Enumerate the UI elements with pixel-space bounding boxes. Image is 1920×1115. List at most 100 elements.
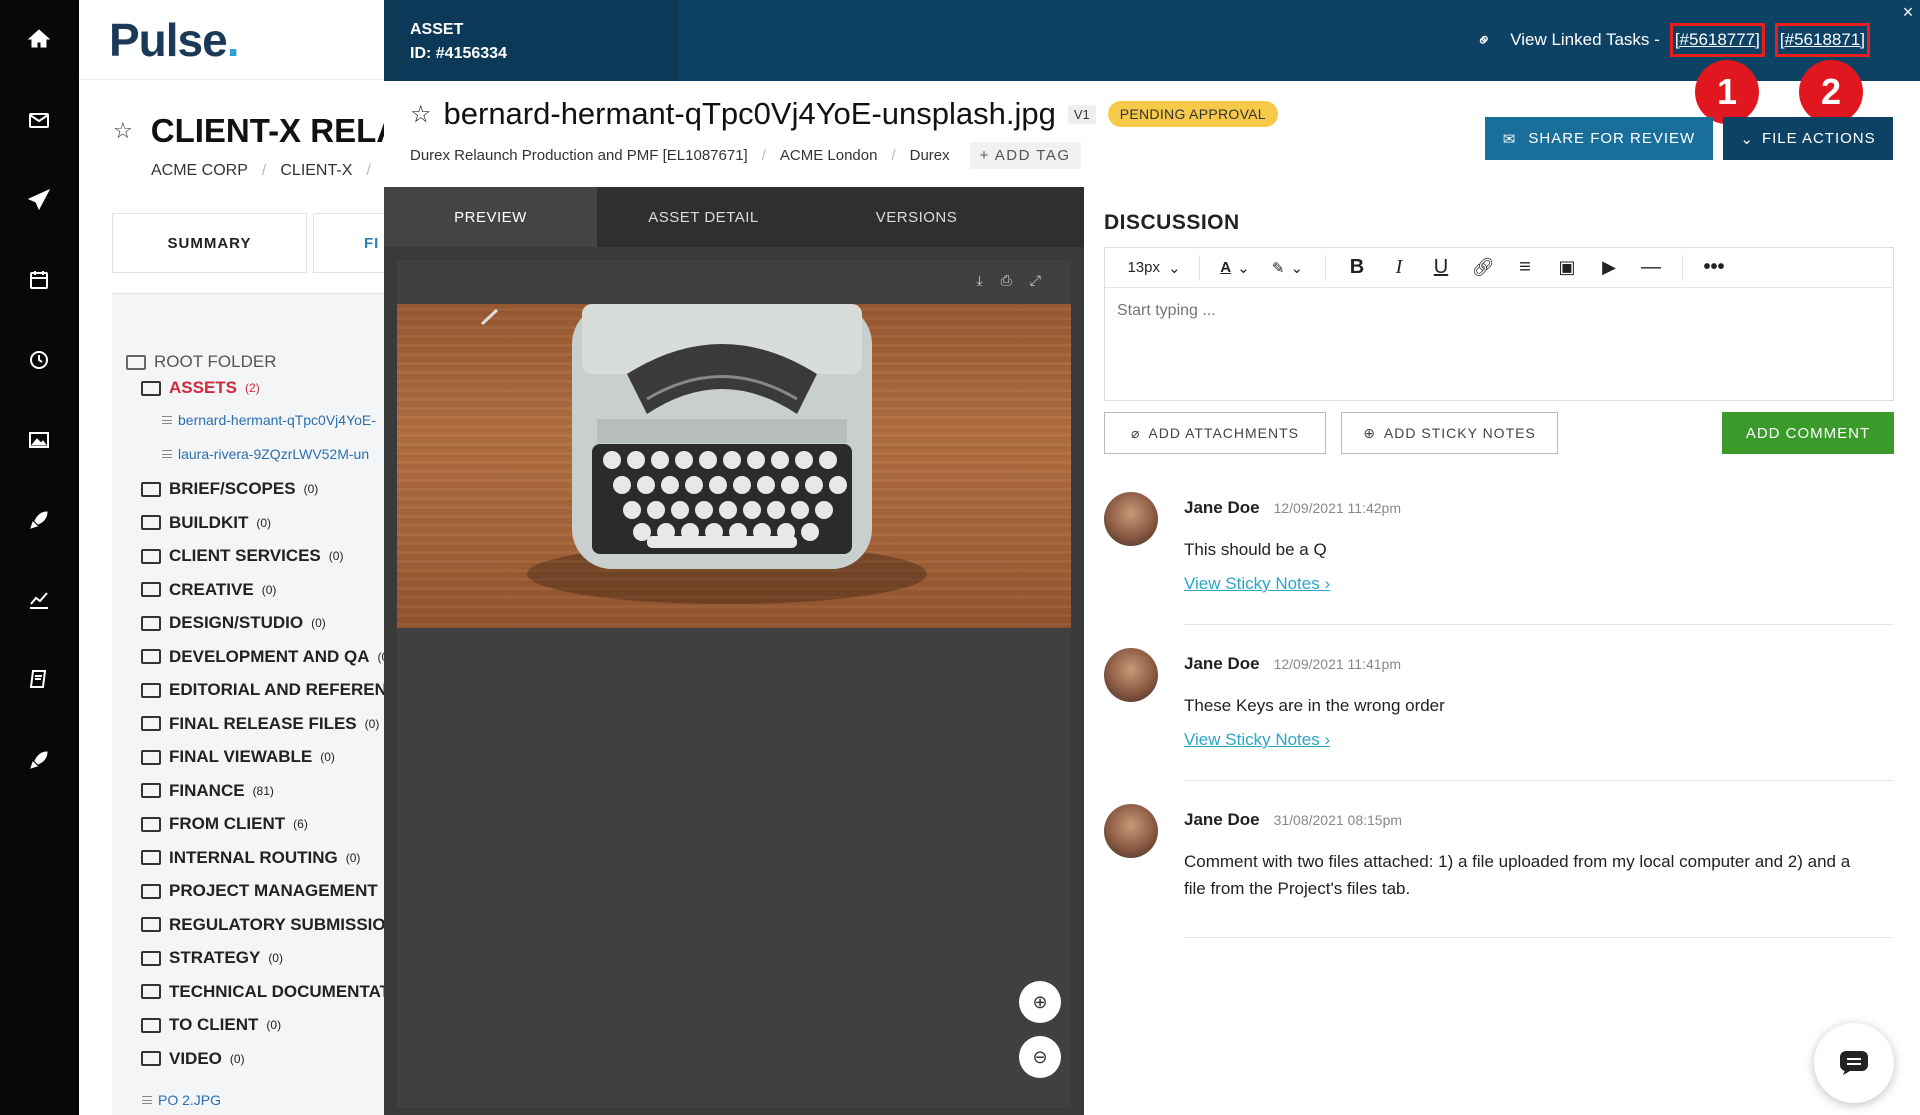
- chevron-down-icon: ⌄: [1740, 130, 1754, 148]
- folder-icon: [141, 548, 161, 564]
- folder-assets[interactable]: ASSETS (2): [141, 378, 260, 398]
- linked-task-link-1[interactable]: [#5618777]: [1669, 23, 1765, 57]
- asset-image[interactable]: [397, 304, 1071, 628]
- print-icon[interactable]: ⎙: [1001, 272, 1012, 289]
- annotation-marker-2: 2: [1799, 60, 1863, 124]
- highlight-button[interactable]: ✎ ⌄: [1260, 248, 1315, 288]
- mail-icon[interactable]: [24, 105, 54, 135]
- folder-open-icon: [141, 380, 161, 396]
- folder-item[interactable]: FINAL VIEWABLE (0): [141, 747, 335, 767]
- typewriter-key: [675, 451, 693, 469]
- send-icon[interactable]: [24, 185, 54, 215]
- star-icon[interactable]: ☆: [410, 100, 432, 129]
- typewriter-key: [613, 476, 631, 494]
- font-color-button[interactable]: A ⌄: [1210, 248, 1260, 288]
- folder-item[interactable]: TO CLIENT (0): [141, 1015, 281, 1035]
- tab-files[interactable]: FI: [313, 213, 384, 273]
- typewriter-key: [743, 501, 761, 519]
- folder-item[interactable]: STRATEGY (0): [141, 948, 283, 968]
- folder-icon: [141, 816, 161, 832]
- paperclip-icon: ⌀: [1130, 424, 1141, 441]
- root-folder[interactable]: ROOT FOLDER: [126, 352, 276, 372]
- zoom-out-button[interactable]: ⊖: [1019, 1036, 1061, 1078]
- view-sticky-notes-link[interactable]: View Sticky Notes ›: [1184, 574, 1330, 594]
- folder-item[interactable]: INTERNAL ROUTING (0): [141, 848, 360, 868]
- folder-item[interactable]: FROM CLIENT (6): [141, 814, 308, 834]
- folder-item[interactable]: VIDEO (0): [141, 1049, 245, 1069]
- link-icon[interactable]: 🔗︎: [1462, 248, 1504, 288]
- download-icon[interactable]: ⤓: [976, 272, 982, 289]
- typewriter-key: [723, 451, 741, 469]
- zoom-in-button[interactable]: ⊕: [1019, 981, 1061, 1023]
- tab-versions[interactable]: VERSIONS: [810, 187, 1023, 247]
- comment-text: These Keys are in the wrong order: [1184, 696, 1445, 715]
- underline-icon[interactable]: U: [1420, 248, 1462, 288]
- home-icon[interactable]: [24, 24, 54, 54]
- chat-button[interactable]: [1814, 1023, 1894, 1103]
- clock-icon[interactable]: [24, 345, 54, 375]
- linked-task-link-2[interactable]: [#5618871]: [1774, 23, 1870, 57]
- image-icon[interactable]: ▣: [1546, 248, 1588, 288]
- folder-item[interactable]: CREATIVE (0): [141, 580, 276, 600]
- breadcrumb-item[interactable]: ACME London: [780, 147, 878, 164]
- typewriter-key: [651, 451, 669, 469]
- typewriter-key: [695, 501, 713, 519]
- breadcrumb-item[interactable]: ACME CORP: [151, 162, 248, 179]
- tab-summary[interactable]: SUMMARY: [112, 213, 307, 273]
- folder-item[interactable]: DEVELOPMENT AND QA(0: [141, 647, 384, 667]
- folder-item[interactable]: DESIGN/STUDIO (0): [141, 613, 326, 633]
- breadcrumb-item[interactable]: CLIENT-X: [280, 162, 352, 179]
- file-item[interactable]: laura-rivera-9ZQzrLWV52M-un: [162, 446, 369, 462]
- bold-icon[interactable]: B: [1336, 248, 1378, 288]
- folder-item[interactable]: TECHNICAL DOCUMENTAT: [141, 982, 384, 1002]
- add-attachments-button[interactable]: ⌀ ADD ATTACHMENTS: [1104, 412, 1326, 454]
- share-for-review-button[interactable]: ✉ SHARE FOR REVIEW: [1485, 117, 1713, 160]
- align-icon[interactable]: ≡: [1504, 248, 1546, 288]
- book-icon[interactable]: [24, 665, 54, 695]
- tab-asset-detail[interactable]: ASSET DETAIL: [597, 187, 810, 247]
- comment-text: Comment with two files attached: 1) a fi…: [1184, 852, 1851, 898]
- folder-item[interactable]: BRIEF/SCOPES (0): [141, 479, 318, 499]
- folder-icon: [141, 917, 161, 932]
- folder-icon: [141, 582, 161, 597]
- add-comment-button[interactable]: ADD COMMENT: [1722, 412, 1894, 454]
- typewriter-key: [795, 451, 813, 469]
- breadcrumb-item[interactable]: Durex: [910, 147, 950, 164]
- folder-item[interactable]: BUILDKIT (0): [141, 513, 271, 533]
- chart-icon[interactable]: [24, 585, 54, 615]
- breadcrumb-item[interactable]: Durex Relaunch Production and PMF [EL108…: [410, 147, 748, 164]
- file-item[interactable]: bernard-hermant-qTpc0Vj4YoE-: [162, 412, 376, 428]
- discussion-title: DISCUSSION: [1104, 211, 1240, 234]
- italic-icon[interactable]: I: [1378, 248, 1420, 288]
- folder-item[interactable]: FINAL RELEASE FILES (0): [141, 714, 379, 734]
- file-actions-button[interactable]: ⌄ FILE ACTIONS: [1723, 117, 1893, 160]
- comment-input[interactable]: [1105, 288, 1893, 334]
- expand-icon[interactable]: ⤢: [1030, 272, 1041, 289]
- add-sticky-notes-button[interactable]: ⊕ ADD STICKY NOTES: [1341, 412, 1558, 454]
- image-icon[interactable]: [24, 425, 54, 455]
- folder-item[interactable]: FINANCE (81): [141, 781, 274, 801]
- asset-title-row: ☆ bernard-hermant-qTpc0Vj4YoE-unsplash.j…: [410, 96, 1278, 132]
- folder-icon: [141, 649, 161, 664]
- typewriter-key: [829, 476, 847, 494]
- calendar-icon[interactable]: [24, 265, 54, 295]
- video-icon[interactable]: ▶: [1588, 248, 1630, 288]
- horizontal-rule-icon[interactable]: —: [1630, 248, 1672, 288]
- pulse-logo[interactable]: Pulse.: [109, 13, 239, 67]
- add-tag-button[interactable]: + ADD TAG: [969, 142, 1081, 169]
- typewriter-key: [661, 476, 679, 494]
- rocket-icon[interactable]: [24, 745, 54, 775]
- folder-item[interactable]: REGULATORY SUBMISSIO: [141, 915, 384, 935]
- font-size-select[interactable]: 13px ⌄: [1119, 248, 1189, 288]
- more-icon[interactable]: •••: [1693, 248, 1735, 288]
- close-button[interactable]: ×: [1896, 0, 1920, 24]
- folder-item[interactable]: EDITORIAL AND REFEREN: [141, 680, 384, 700]
- tab-preview[interactable]: PREVIEW: [384, 187, 597, 247]
- star-icon[interactable]: ☆: [113, 118, 133, 144]
- rocket-icon[interactable]: [24, 505, 54, 535]
- view-sticky-notes-link[interactable]: View Sticky Notes ›: [1184, 730, 1330, 750]
- folder-icon: [141, 615, 161, 631]
- folder-item[interactable]: PROJECT MANAGEMENT(: [141, 881, 384, 901]
- folder-item[interactable]: CLIENT SERVICES (0): [141, 546, 343, 566]
- file-item[interactable]: PO 2.JPG: [142, 1092, 221, 1108]
